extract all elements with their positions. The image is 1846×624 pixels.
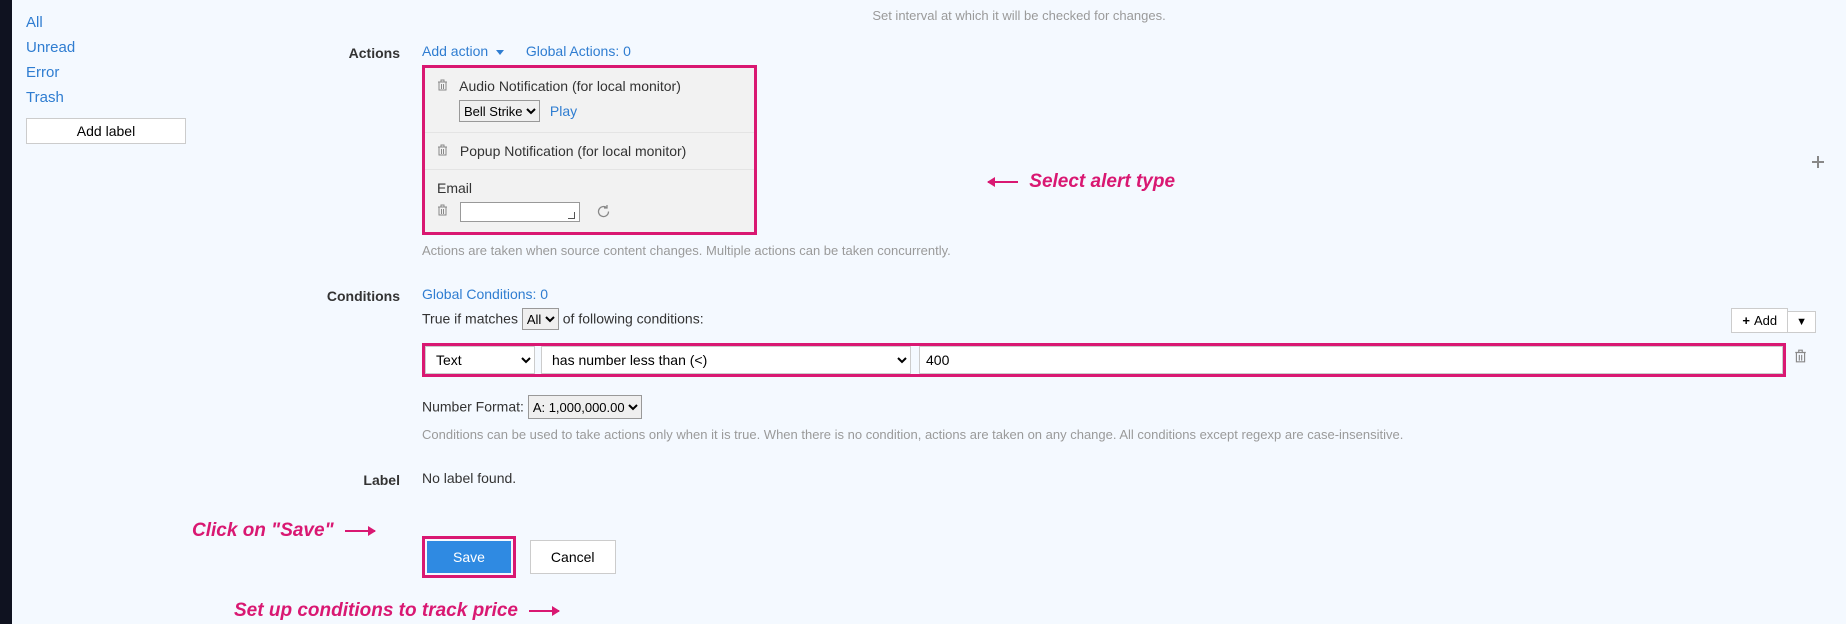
sidebar-item-unread[interactable]: Unread [26, 35, 198, 60]
number-format-label: Number Format: [422, 399, 524, 415]
section-title-label: Label [222, 470, 422, 488]
interval-hint: Set interval at which it will be checked… [222, 8, 1816, 23]
plus-icon: + [1742, 313, 1750, 328]
trash-icon[interactable] [1794, 343, 1807, 366]
section-title-conditions: Conditions [222, 286, 422, 442]
global-conditions-link[interactable]: Global Conditions: 0 [422, 286, 548, 302]
annotation-alert: Select alert type [982, 171, 1175, 193]
condition-value-input[interactable] [919, 346, 1783, 374]
main-panel: Set interval at which it will be checked… [212, 0, 1846, 624]
action-email-label: Email [437, 180, 742, 196]
annotation-conditions-text: Set up conditions to track price [234, 600, 518, 621]
annotation-conditions: Set up conditions to track price [234, 600, 565, 622]
save-button[interactable]: Save [427, 541, 511, 573]
add-condition-caret[interactable]: ▼ [1788, 311, 1816, 333]
sidebar: All Unread Error Trash Add label [12, 0, 212, 624]
sidebar-item-error[interactable]: Error [26, 60, 198, 85]
play-link[interactable]: Play [550, 103, 577, 119]
add-action-label: Add action [422, 43, 488, 59]
refresh-icon[interactable] [596, 204, 610, 220]
add-action-link[interactable]: Add action [422, 43, 508, 59]
action-email: Email [425, 170, 754, 232]
sidebar-item-all[interactable]: All [26, 10, 198, 35]
no-label-text: No label found. [422, 470, 516, 486]
match-prefix: True if matches [422, 311, 518, 327]
arrow-right-icon [345, 530, 375, 532]
caret-down-icon [496, 50, 504, 55]
condition-type-select[interactable]: Text [425, 346, 535, 374]
trash-icon[interactable] [437, 79, 448, 94]
add-condition-button[interactable]: + Add [1731, 308, 1788, 333]
match-mode-select[interactable]: All [522, 308, 559, 330]
email-input[interactable] [460, 202, 580, 222]
cancel-button[interactable]: Cancel [530, 540, 616, 574]
actions-help: Actions are taken when source content ch… [422, 243, 1816, 258]
trash-icon[interactable] [437, 144, 448, 159]
annotation-save: Click on "Save" [192, 520, 381, 542]
add-label-button[interactable]: Add label [26, 118, 186, 144]
action-audio: Audio Notification (for local monitor) B… [425, 68, 754, 133]
condition-row-callout: Text has number less than (<) [422, 343, 1786, 377]
save-callout: Save [422, 536, 516, 578]
audio-sound-select[interactable]: Bell Strike [459, 100, 540, 122]
add-action-plus-icon[interactable] [1810, 153, 1826, 176]
sidebar-item-trash[interactable]: Trash [26, 85, 198, 110]
annotation-save-text: Click on "Save" [192, 520, 334, 541]
conditions-help: Conditions can be used to take actions o… [422, 427, 1816, 442]
number-format-select[interactable]: A: 1,000,000.00 [528, 395, 642, 419]
arrow-left-icon [988, 181, 1018, 183]
action-popup-label: Popup Notification (for local monitor) [460, 143, 686, 159]
add-condition-label: Add [1754, 313, 1777, 328]
condition-operator-select[interactable]: has number less than (<) [541, 346, 911, 374]
annotation-alert-text: Select alert type [1029, 171, 1175, 192]
section-title-actions: Actions [222, 43, 422, 258]
match-suffix: of following conditions: [563, 311, 704, 327]
global-actions-link[interactable]: Global Actions: 0 [526, 43, 631, 59]
action-audio-label: Audio Notification (for local monitor) [459, 78, 681, 94]
trash-icon[interactable] [437, 204, 448, 219]
arrow-right-icon [529, 610, 559, 612]
actions-list-callout: Audio Notification (for local monitor) B… [422, 65, 757, 235]
action-popup: Popup Notification (for local monitor) [425, 133, 754, 170]
